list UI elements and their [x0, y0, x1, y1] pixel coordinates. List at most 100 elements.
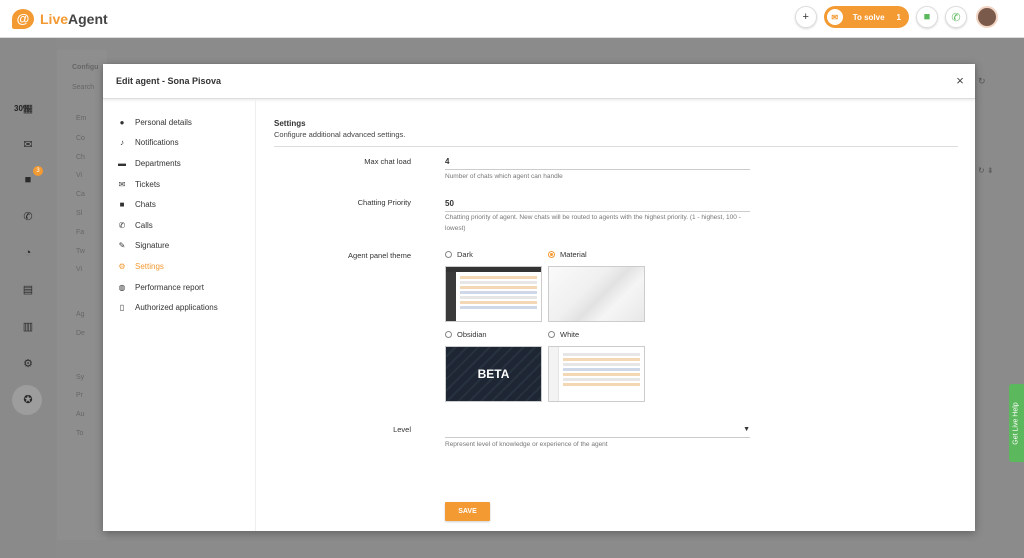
configuration-icon[interactable]: ⚙ [18, 353, 38, 373]
radio-circle [445, 331, 452, 338]
to-solve-button[interactable]: ✉ To solve 1 [823, 6, 909, 28]
theme-radio-dark[interactable]: Dark [445, 250, 473, 259]
background-item: Em [76, 115, 87, 122]
theme-radio-white[interactable]: White [548, 330, 579, 339]
max-chat-load-hint: Number of chats which agent can handle [445, 173, 563, 180]
plugins-icon[interactable]: ✪ [18, 389, 38, 409]
add-icon[interactable]: + [794, 6, 817, 28]
nav-item-settings[interactable]: ⚙ Settings [103, 256, 255, 277]
background-config-panel [57, 50, 107, 540]
gear-icon: ⚙ [118, 261, 126, 271]
live-help-tab[interactable]: Get Live Help [1009, 384, 1024, 462]
to-solve-label: To solve [852, 12, 885, 22]
radio-circle [548, 331, 555, 338]
logo-text: LiveAgent [40, 10, 108, 27]
envelope-icon: ✉ [826, 9, 843, 25]
nav-item-personal-details[interactable]: ● Personal details [103, 112, 255, 133]
background-item: Co [76, 135, 85, 142]
person-icon: ● [119, 117, 125, 127]
nav-item-tickets[interactable]: ✉ Tickets [103, 174, 255, 195]
envelope-icon: ✉ [118, 179, 126, 189]
theme-radio-material[interactable]: Material [548, 250, 587, 259]
level-hint: Represent level of knowledge or experien… [445, 441, 608, 448]
dashboard-icon[interactable]: ▦ [18, 98, 38, 118]
section-description: Configure additional advanced settings. [274, 130, 406, 139]
background-item: Pr [76, 392, 83, 399]
theme-thumbnail-material[interactable] [548, 266, 645, 322]
background-item: Fa [76, 229, 85, 236]
mobile-icon: ▯ [119, 303, 125, 313]
calls-icon[interactable]: ✆ [18, 206, 38, 226]
theme-option-label: White [560, 330, 580, 339]
background-item: Ca [76, 191, 85, 198]
theme-thumbnail-dark[interactable] [445, 266, 542, 322]
theme-option-label: Material [560, 250, 587, 259]
modal-header: Edit agent - Sona Pisova × [103, 64, 975, 99]
max-chat-load-input[interactable]: 4 [445, 157, 750, 170]
theme-option-label: Obsidian [457, 330, 487, 339]
nav-item-label: Personal details [135, 117, 192, 127]
folder-icon: ▬ [118, 158, 126, 168]
theme-thumbnail-white[interactable] [548, 346, 645, 402]
nav-item-label: Tickets [135, 179, 161, 189]
nav-item-notifications[interactable]: ♪ Notifications [103, 133, 255, 154]
tickets-icon[interactable]: ✉ [18, 134, 38, 154]
contacts-icon[interactable]: ▤ [18, 279, 38, 299]
phone-icon: ✆ [118, 220, 126, 230]
background-item: Vi [76, 172, 83, 179]
signature-icon: ✎ [118, 241, 126, 251]
nav-item-label: Notifications [135, 138, 179, 148]
reports-icon[interactable]: ◔ [18, 243, 38, 263]
live-help-label: Get Live Help [1013, 401, 1021, 445]
background-item: De [76, 330, 85, 337]
divider [274, 146, 958, 147]
background-item: Tw [76, 248, 85, 255]
nav-item-calls[interactable]: ✆ Calls [103, 215, 255, 236]
chatting-priority-input[interactable]: 50 [445, 199, 750, 212]
chat-icon: ■ [119, 200, 125, 210]
liveagent-logo[interactable]: @ LiveAgent [12, 8, 108, 29]
refresh-icon[interactable]: ↻ ⇟ [978, 166, 994, 175]
modal-title: Edit agent - Sona Pisova [116, 76, 222, 86]
nav-item-label: Settings [135, 261, 164, 271]
phone-status-icon[interactable]: ✆ [945, 6, 967, 28]
level-select[interactable]: ▼ [445, 425, 750, 438]
background-item: Sl [76, 210, 83, 217]
nav-item-performance-report[interactable]: ◍ Performance report [103, 277, 255, 298]
save-button[interactable]: SAVE [445, 502, 490, 521]
logo-mark: @ [12, 8, 34, 29]
close-icon[interactable]: × [953, 74, 967, 88]
theme-thumbnail-obsidian[interactable]: BETA [445, 346, 542, 402]
max-chat-load-label: Max chat load [364, 157, 411, 166]
theme-option-label: Dark [457, 250, 473, 259]
nav-item-label: Signature [135, 241, 170, 251]
level-label: Level [393, 425, 411, 434]
agent-panel-theme-label: Agent panel theme [348, 251, 411, 260]
background-item: Sy [76, 374, 85, 381]
chats-icon[interactable]: ■ [18, 170, 38, 190]
nav-item-chats[interactable]: ■ Chats [103, 194, 255, 215]
avatar[interactable] [976, 6, 998, 28]
modal-nav: ● Personal details ♪ Notifications ▬ Depart… [103, 100, 256, 531]
nav-item-label: Departments [135, 158, 181, 168]
chatting-priority-label: Chatting Priority [357, 198, 411, 207]
nav-item-label: Calls [135, 220, 153, 230]
nav-item-departments[interactable]: ▬ Departments [103, 153, 255, 174]
background-item: Vi [76, 266, 83, 273]
top-right-controls: + ✉ To solve 1 ■ ✆ [788, 6, 998, 28]
theme-radio-obsidian[interactable]: Obsidian [445, 330, 487, 339]
radio-circle [445, 251, 452, 258]
nav-item-label: Authorized applications [135, 303, 218, 313]
background-item: Au [76, 411, 85, 418]
nav-item-authorized-applications[interactable]: ▯ Authorized applications [103, 297, 255, 318]
beta-label: BETA [477, 367, 510, 381]
nav-item-label: Chats [135, 200, 156, 210]
chat-status-icon[interactable]: ■ [916, 6, 938, 28]
globe-icon: ◍ [118, 282, 126, 292]
main-sidebar: 30% ▦ ✉ 3 ■ ✆ ◔ ▤ ▥ ⚙ ✪ [0, 38, 56, 558]
knowledgebase-icon[interactable]: ▥ [18, 316, 38, 336]
to-solve-count: 1 [896, 12, 901, 22]
refresh-icon[interactable]: ↻ [978, 76, 986, 87]
nav-item-signature[interactable]: ✎ Signature [103, 236, 255, 257]
chevron-down-icon: ▼ [743, 426, 750, 433]
